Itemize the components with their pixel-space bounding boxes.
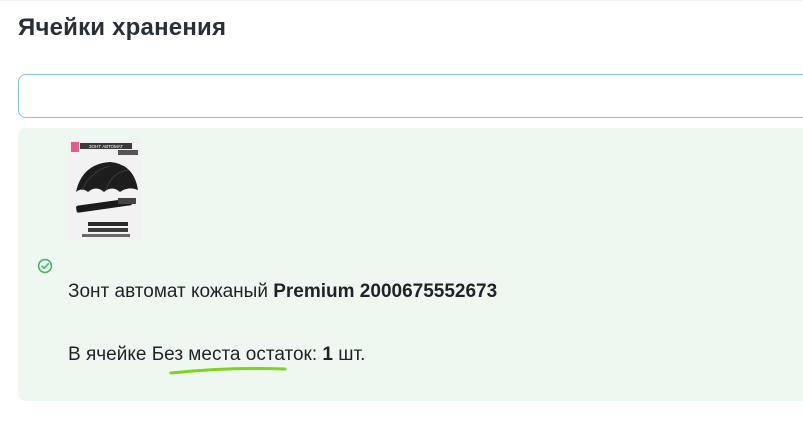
result-card: ЗОНТ АВТОМАТ Зонт автомат кожаный Premiu… bbox=[18, 128, 803, 401]
cell-name: Без места bbox=[151, 344, 241, 365]
unit-label: шт. bbox=[338, 344, 366, 365]
balance-value: 1 bbox=[322, 344, 333, 365]
product-info: Зонт автомат кожаный Premium 20006755526… bbox=[68, 281, 497, 303]
search-input[interactable] bbox=[18, 74, 803, 118]
product-thumbnail[interactable]: ЗОНТ АВТОМАТ bbox=[68, 140, 142, 240]
cell-info: В ячейке Без места остаток: 1 шт. bbox=[68, 344, 365, 366]
page-title: Ячейки хранения bbox=[18, 14, 227, 41]
balance-label: остаток: bbox=[245, 344, 318, 365]
highlight-underline bbox=[169, 367, 287, 375]
product-name: Зонт автомат кожаный bbox=[68, 281, 268, 302]
umbrella-product-image: ЗОНТ АВТОМАТ bbox=[68, 140, 142, 240]
product-code: Premium 2000675552673 bbox=[273, 281, 498, 302]
check-circle-icon bbox=[37, 258, 53, 274]
cell-prefix: В ячейке bbox=[68, 344, 147, 365]
top-divider bbox=[0, 0, 803, 1]
thumbnail-caption: ЗОНТ АВТОМАТ bbox=[89, 144, 124, 149]
